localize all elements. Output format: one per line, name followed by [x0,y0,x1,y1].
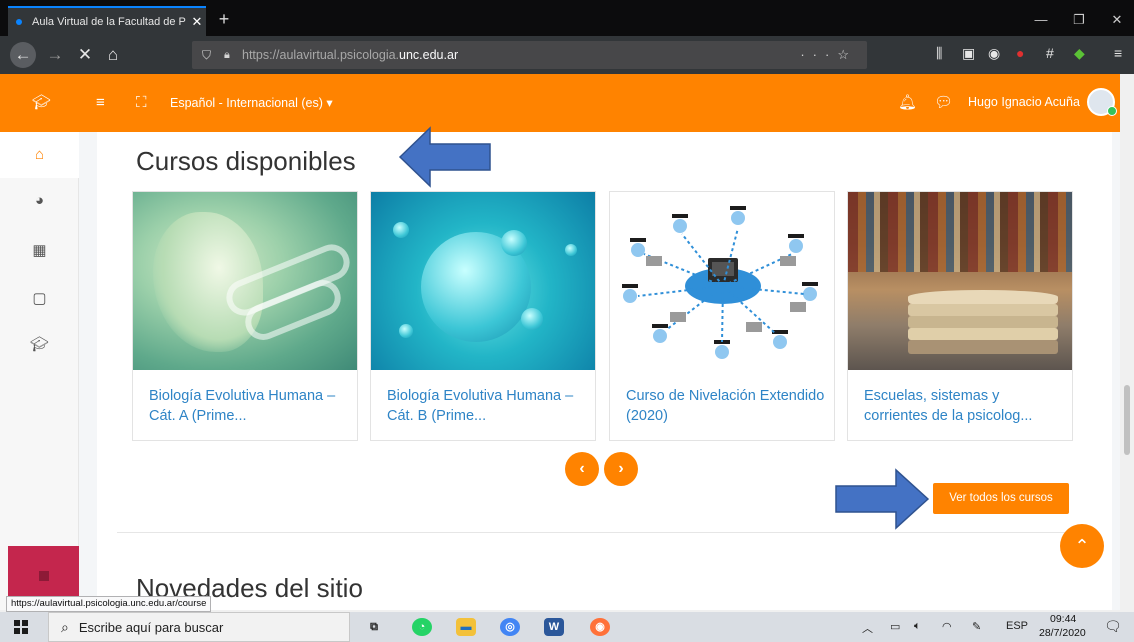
account-icon[interactable]: ◉ [988,45,1000,65]
back-arrow-icon[interactable]: ← [10,42,36,68]
page-scrollbar[interactable] [1120,74,1134,610]
course-name[interactable]: Curso de Nivelación Extendido (2020) [626,386,826,426]
home-icon[interactable]: ⌂ [100,42,126,68]
section-title: Cursos disponibles [136,146,356,176]
chrome-icon[interactable]: ◎ [500,618,520,636]
course-card[interactable]: Biología Evolutiva Humana – Cát. B (Prim… [370,191,596,441]
menu-icon[interactable]: ≡ [1114,45,1122,65]
course-image[interactable] [133,192,357,370]
minimize-button[interactable]: — [1026,10,1056,30]
graduation-cap-icon[interactable]: 🎓︎ [0,322,79,368]
user-menu[interactable]: Hugo Ignacio Acuña [968,95,1080,109]
file-explorer-icon[interactable]: ▬ [456,618,476,636]
avatar[interactable] [1087,88,1117,116]
tab-close-button[interactable]: ✕ [188,14,206,30]
lock-icon[interactable]: 🔒︎ [224,49,238,62]
nav-drawer: ⌂ ◕ ▦ ▢ 🎓︎ [0,132,79,610]
browser-nav-bar: ← → ✕ ⌂ ⛉ 🔒︎ https://aulavirtual.psicolo… [0,36,1134,74]
course-card[interactable]: Escuelas, sistemas y corrientes de la ps… [847,191,1073,441]
page-content: ⌂ ◕ ▦ ▢ 🎓︎ Cursos disponibles Biología E… [0,132,1120,610]
language-menu[interactable]: Español - Internacional (es) ▾ [170,95,333,110]
battery-icon[interactable]: ▭ [890,620,900,633]
course-name[interactable]: Escuelas, sistemas y corrientes de la ps… [864,386,1064,426]
course-card[interactable]: Biología Evolutiva Humana – Cát. A (Prim… [132,191,358,441]
extension-badge-icon[interactable]: ◆ [1074,45,1085,65]
browser-tab[interactable]: Aula Virtual de la Facultad de P ✕ [8,6,206,36]
window-close-button[interactable]: ✕ [1102,10,1132,30]
annotation-arrow-left [398,126,491,188]
pen-icon[interactable]: ✎ [972,620,981,633]
scroll-to-top-button[interactable]: ⌃ [1060,524,1104,568]
fullscreen-icon[interactable]: ⛶ [136,93,147,113]
messages-icon[interactable]: 💬︎ [934,93,953,113]
library-icon[interactable]: ⫼ [936,45,942,65]
search-placeholder: Escribe aquí para buscar [78,619,224,635]
url-bar[interactable]: ⛉ 🔒︎ https://aulavirtual.psicologia.unc.… [192,41,867,69]
tab-title: Aula Virtual de la Facultad de P [32,16,186,28]
extension-icon[interactable]: ● [1016,45,1024,65]
new-tab-button[interactable]: + [212,8,236,32]
graduation-cap-icon[interactable]: 🎓︎ [32,93,51,113]
course-name[interactable]: Biología Evolutiva Humana – Cát. A (Prim… [149,386,349,426]
home-icon[interactable]: ⌂ [0,132,79,178]
annotation-arrow-right [835,468,930,530]
sidebar-icon[interactable]: ▣ [962,45,975,65]
scroll-thumb[interactable] [1124,385,1130,455]
course-image[interactable] [848,192,1072,370]
forward-arrow-icon[interactable]: → [42,42,68,68]
main-region: Cursos disponibles Biología Evolutiva Hu… [97,132,1112,610]
clock-time[interactable]: 09:44 [1050,613,1076,625]
notification-center-icon[interactable]: 🗨︎ [1104,618,1122,635]
hamburger-menu-icon[interactable]: ≡ [96,93,105,113]
notification-bell-icon[interactable]: 🔔︎ [898,93,917,113]
page-actions-icons[interactable]: ···☆ [800,47,857,63]
section-divider [117,532,1092,533]
language-indicator[interactable]: ESP [1006,620,1028,632]
word-icon[interactable]: W [544,618,564,636]
file-icon[interactable]: ▢ [0,276,79,322]
windows-start-icon[interactable] [14,620,28,634]
tray-chevron-icon[interactable]: ︿ [862,620,873,636]
task-view-icon[interactable]: ⧉ [364,618,384,636]
course-image[interactable] [610,192,834,370]
whatsapp-icon[interactable]: ◔ [412,618,432,636]
course-image[interactable] [371,192,595,370]
taskbar-search[interactable]: ⌕ Escribe aquí para buscar [48,612,350,642]
url-text[interactable]: https://aulavirtual.psicologia.unc.edu.a… [242,48,458,62]
firefox-icon[interactable]: ◉ [590,618,610,636]
site-header: 🎓︎ ≡ ⛶ Español - Internacional (es) ▾ 🔔︎… [0,74,1120,132]
browser-tab-bar: Aula Virtual de la Facultad de P ✕ + — ❐… [0,0,1134,36]
tab-favicon-icon [16,19,22,25]
view-all-courses-button[interactable]: Ver todos los cursos [933,483,1069,514]
carousel-prev-button[interactable]: ‹ [565,452,599,486]
clock-date[interactable]: 28/7/2020 [1039,627,1086,639]
wifi-icon[interactable]: ◠ [942,620,952,633]
dashboard-icon[interactable]: ◕ [0,178,79,224]
taskbar: ⌕ Escribe aquí para buscar ⧉ ◔ ▬ ◎ W ◉ ︿… [0,612,1134,642]
status-url: https://aulavirtual.psicologia.unc.edu.a… [6,596,212,612]
carousel-next-button[interactable]: › [604,452,638,486]
volume-icon[interactable]: 🔈︎ [914,620,921,633]
grid-icon[interactable]: # [1046,45,1054,65]
search-icon: ⌕ [61,618,69,635]
course-card[interactable]: Curso de Nivelación Extendido (2020) [609,191,835,441]
course-name[interactable]: Biología Evolutiva Humana – Cát. B (Prim… [387,386,587,426]
restore-button[interactable]: ❐ [1064,10,1094,30]
calendar-icon[interactable]: ▦ [0,228,79,274]
stop-icon[interactable]: ✕ [72,42,98,68]
shield-icon[interactable]: ⛉ [202,48,218,63]
